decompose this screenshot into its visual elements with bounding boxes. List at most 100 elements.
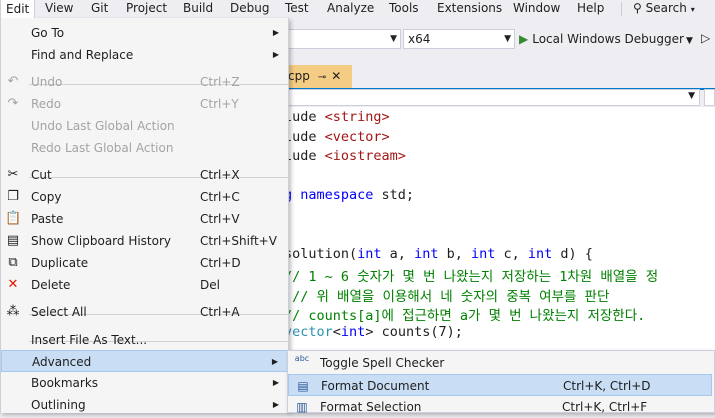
format-selection-icon: ▥ bbox=[296, 400, 308, 414]
start-debugging-button[interactable]: ▶ Local Windows Debugger bbox=[519, 29, 684, 49]
menu-item-shortcut: Ctrl+C bbox=[200, 190, 240, 204]
menu-item-label: Bookmarks bbox=[31, 376, 99, 390]
menu-bar: Edit View Git Project Build Debug Test A… bbox=[0, 0, 715, 18]
chevron-down-icon: ▼ bbox=[504, 34, 511, 44]
menu-item-label: Paste bbox=[31, 212, 64, 226]
menu-item-label: Duplicate bbox=[31, 256, 89, 270]
copy-icon: ❐ bbox=[7, 189, 19, 204]
menu-item-label: Insert File As Text... bbox=[31, 333, 148, 347]
debug-toolbar-icon[interactable]: ▷ bbox=[701, 31, 710, 45]
menu-item-duplicate[interactable]: ⧉ Duplicate Ctrl+D bbox=[1, 252, 288, 274]
menu-item-label: Delete bbox=[31, 278, 71, 292]
advanced-submenu: abc Toggle Spell Checker ▤ Format Document C… bbox=[287, 350, 715, 414]
menu-item-label: Undo bbox=[31, 75, 63, 89]
menu-test[interactable]: Test bbox=[280, 0, 314, 18]
pin-icon[interactable]: ⊸ bbox=[318, 72, 326, 83]
debugger-label: Local Windows Debugger bbox=[532, 32, 684, 46]
search-button[interactable]: ⚲ Search ▾ bbox=[628, 0, 700, 18]
menu-item-label: Redo Last Global Action bbox=[31, 141, 174, 155]
menu-item-shortcut: Ctrl+X bbox=[200, 168, 240, 182]
menu-item-label: Select All bbox=[31, 305, 87, 319]
debugger-options-arrow[interactable]: ▼ bbox=[686, 36, 693, 46]
editor-tab-strip: cpp ⊸ ✕ bbox=[280, 64, 715, 90]
menu-item-label: Find and Replace bbox=[31, 48, 134, 62]
format-document-icon: ▤ bbox=[297, 379, 309, 393]
menu-item-undo-last-global-action: Undo Last Global Action bbox=[1, 115, 288, 137]
menu-item-redo-last-global-action: Redo Last Global Action bbox=[1, 137, 288, 159]
menu-window[interactable]: Window bbox=[508, 0, 565, 18]
menu-item-shortcut: Ctrl+A bbox=[200, 305, 240, 319]
menu-item-bookmarks[interactable]: Bookmarks ▶ bbox=[1, 372, 288, 394]
submenu-item-label: Toggle Spell Checker bbox=[320, 356, 445, 370]
menu-item-shortcut: Ctrl+V bbox=[200, 212, 240, 226]
menu-item-shortcut: Ctrl+Y bbox=[200, 97, 239, 111]
menu-edit[interactable]: Edit bbox=[0, 0, 36, 18]
code-line: lude <string> bbox=[284, 109, 390, 125]
menu-item-label: Undo Last Global Action bbox=[31, 119, 175, 133]
code-line: vector<int> counts(7); bbox=[284, 323, 463, 340]
submenu-arrow-icon: ▶ bbox=[272, 50, 279, 59]
submenu-item-shortcut: Ctrl+K, Ctrl+F bbox=[562, 400, 648, 414]
menu-item-shortcut: Ctrl+Z bbox=[200, 75, 240, 89]
menu-project[interactable]: Project bbox=[121, 0, 172, 18]
submenu-item-toggle-spell-checker[interactable]: abc Toggle Spell Checker bbox=[288, 352, 714, 374]
tab-source-file[interactable]: cpp ⊸ ✕ bbox=[282, 65, 352, 88]
code-line: // 1 ~ 6 숫자가 몇 번 나왔는지 저장하는 1차원 배열을 정 bbox=[284, 269, 659, 285]
play-icon: ▶ bbox=[519, 32, 529, 46]
submenu-item-format-selection[interactable]: ▥ Format Selection Ctrl+K, Ctrl+F bbox=[288, 396, 714, 418]
menu-analyze[interactable]: Analyze bbox=[322, 0, 379, 18]
spell-check-icon: abc bbox=[294, 354, 310, 363]
chevron-down-icon: ▾ bbox=[690, 5, 695, 14]
configuration-dropdown[interactable]: ▼ bbox=[287, 29, 401, 49]
menu-item-delete[interactable]: ✕ Delete Del bbox=[1, 274, 288, 296]
cut-icon: ✂ bbox=[7, 167, 19, 182]
menu-item-label: Go To bbox=[31, 26, 65, 40]
menu-item-label: Redo bbox=[31, 97, 62, 111]
code-line: lude <vector> bbox=[284, 128, 390, 145]
code-line: g namespace std; bbox=[284, 187, 415, 203]
tab-label: cpp bbox=[288, 69, 310, 83]
submenu-item-shortcut: Ctrl+K, Ctrl+D bbox=[563, 379, 651, 393]
menu-item-copy[interactable]: ❐ Copy Ctrl+C bbox=[1, 186, 288, 208]
menu-item-shortcut: Ctrl+D bbox=[200, 256, 241, 270]
submenu-arrow-icon: ▶ bbox=[272, 378, 279, 387]
menu-item-paste[interactable]: 📋 Paste Ctrl+V bbox=[1, 208, 288, 230]
menu-view[interactable]: View bbox=[40, 0, 78, 18]
menu-item-label: Cut bbox=[31, 168, 52, 182]
menu-item-undo: ↶ Undo Ctrl+Z bbox=[1, 71, 288, 93]
menu-git[interactable]: Git bbox=[86, 0, 113, 18]
menu-extensions[interactable]: Extensions bbox=[432, 0, 507, 18]
split-button[interactable] bbox=[704, 89, 715, 106]
navigation-bar-dropdown[interactable]: ▼ bbox=[280, 89, 700, 106]
menu-debug[interactable]: Debug bbox=[225, 0, 274, 18]
select-all-icon: ⁂ bbox=[6, 304, 20, 319]
close-icon[interactable]: ✕ bbox=[331, 69, 341, 83]
platform-dropdown[interactable]: x64 ▼ bbox=[403, 29, 515, 49]
edit-menu: Go To ▶ Find and Replace ▶ ↶ Undo Ctrl+Z ↷ Redo C… bbox=[0, 18, 289, 413]
menu-item-select-all[interactable]: ⁂ Select All Ctrl+A bbox=[1, 301, 288, 323]
code-line: solution(int a, int b, int c, int d) { bbox=[284, 245, 593, 262]
platform-value: x64 bbox=[408, 32, 431, 46]
code-line: // counts[a]에 접근하면 a가 몇 번 나왔는지 저장한다. bbox=[284, 308, 646, 324]
submenu-arrow-icon: ▶ bbox=[271, 357, 278, 366]
menu-item-advanced[interactable]: Advanced ▶ bbox=[1, 350, 288, 372]
menu-item-label: Advanced bbox=[32, 355, 92, 369]
delete-icon: ✕ bbox=[7, 277, 19, 292]
menu-item-show-clipboard-history[interactable]: ▤ Show Clipboard History Ctrl+Shift+V bbox=[1, 230, 288, 252]
code-line: // 위 배열을 이용해서 네 숫자의 중복 여부를 판단 bbox=[284, 288, 610, 305]
chevron-down-icon: ▼ bbox=[390, 34, 397, 44]
menu-item-insert-file-as-text[interactable]: Insert File As Text... bbox=[1, 329, 288, 351]
menu-separator bbox=[621, 2, 622, 16]
chevron-down-icon: ▼ bbox=[688, 91, 695, 101]
redo-icon: ↷ bbox=[7, 96, 19, 111]
menu-item-find-and-replace[interactable]: Find and Replace ▶ bbox=[1, 44, 288, 66]
menu-item-shortcut: Del bbox=[200, 278, 220, 292]
menu-item-cut[interactable]: ✂ Cut Ctrl+X bbox=[1, 164, 288, 186]
menu-help[interactable]: Help bbox=[572, 0, 609, 18]
menu-item-go-to[interactable]: Go To ▶ bbox=[1, 22, 288, 44]
submenu-item-format-document[interactable]: ▤ Format Document Ctrl+K, Ctrl+D bbox=[288, 374, 712, 396]
duplicate-icon: ⧉ bbox=[8, 255, 18, 270]
clipboard-history-icon: ▤ bbox=[6, 233, 20, 248]
menu-tools[interactable]: Tools bbox=[384, 0, 424, 18]
menu-build[interactable]: Build bbox=[178, 0, 218, 18]
